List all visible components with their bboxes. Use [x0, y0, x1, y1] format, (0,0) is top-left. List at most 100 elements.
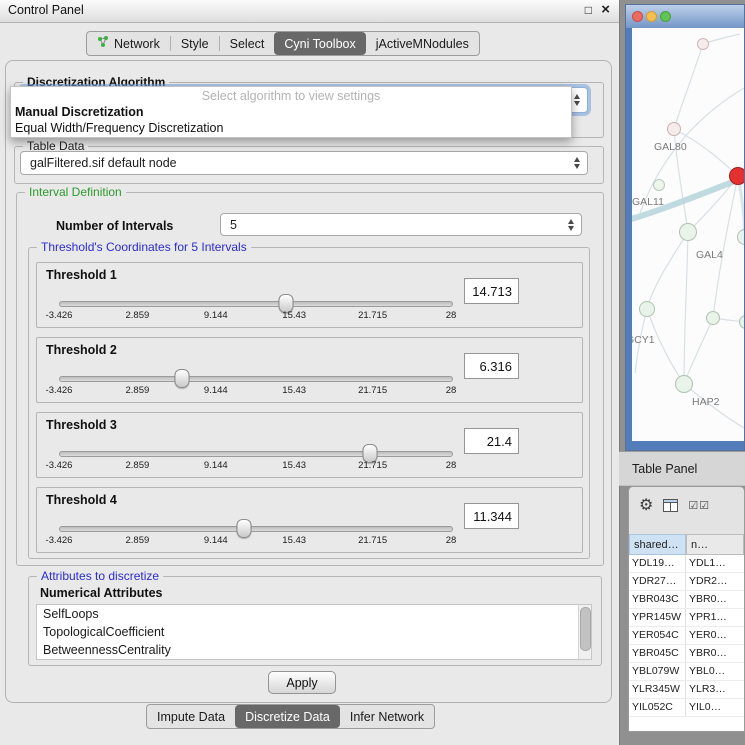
table-cell[interactable]: YBR043C: [629, 591, 686, 608]
network-node[interactable]: [729, 167, 744, 185]
attribute-list-item[interactable]: SelfLoops: [37, 605, 591, 623]
table-cell[interactable]: YPR145W: [629, 609, 686, 626]
table-toolbar: ⚙ ☑☑: [629, 487, 744, 523]
tab-jactivemnodules[interactable]: jActiveMNodules: [366, 32, 479, 55]
scale-tick-label: 2.859: [126, 310, 150, 321]
gear-icon[interactable]: ⚙: [639, 495, 653, 515]
table-cell[interactable]: YBR0…: [686, 645, 744, 662]
dropdown-option-manual-discretization[interactable]: Manual Discretization: [11, 104, 571, 120]
columns-icon[interactable]: [663, 499, 678, 512]
table-cell[interactable]: YLR3…: [686, 681, 744, 698]
table-row[interactable]: YBR045CYBR0…: [629, 645, 744, 663]
float-icon[interactable]: □: [585, 3, 592, 17]
network-node-label: HAP2: [692, 396, 719, 408]
table-panel-title: Table Panel: [632, 462, 697, 476]
apply-button[interactable]: Apply: [268, 671, 336, 694]
bottom-tabstrip: Impute Data Discretize Data Infer Networ…: [146, 704, 435, 729]
spinner-arrows-icon[interactable]: [574, 94, 580, 106]
network-node[interactable]: [639, 301, 655, 317]
tab-network[interactable]: Network: [87, 32, 170, 55]
scale-tick-label: 21.715: [358, 310, 387, 321]
combobox-value: galFiltered.sif default node: [30, 152, 177, 174]
table-cell[interactable]: YIL052C: [629, 699, 686, 716]
threshold-slider[interactable]: [59, 526, 453, 532]
threshold-panel-1: Threshold 1 -3.426 2.859 9.144 15.43 21.…: [36, 262, 583, 328]
table-cell[interactable]: YDL19…: [629, 555, 686, 572]
attribute-list-item[interactable]: BetweennessCentrality: [37, 641, 591, 659]
attribute-list-item[interactable]: TopologicalCoefficient: [37, 623, 591, 641]
scale-tick-label: 15.43: [282, 535, 306, 546]
tab-impute-data[interactable]: Impute Data: [147, 705, 235, 728]
group-title: Threshold's Coordinates for 5 Intervals: [37, 240, 251, 254]
table-cell[interactable]: YDR2…: [686, 573, 744, 590]
threshold-value-field[interactable]: 6.316: [464, 353, 519, 379]
close-icon[interactable]: ×: [601, 1, 610, 18]
slider-scale: -3.426 2.859 9.144 15.43 21.715 28: [59, 385, 451, 397]
tab-cyni-toolbox[interactable]: Cyni Toolbox: [274, 32, 365, 55]
table-row[interactable]: YPR145WYPR1…: [629, 609, 744, 627]
tab-discretize-data[interactable]: Discretize Data: [235, 705, 340, 728]
scrollbar-thumb[interactable]: [580, 607, 591, 651]
table-cell[interactable]: YBR045C: [629, 645, 686, 662]
scale-tick-label: 2.859: [126, 460, 150, 471]
table-data-combobox[interactable]: galFiltered.sif default node: [20, 151, 588, 175]
table-cell[interactable]: YBL0…: [686, 663, 744, 680]
table-cell[interactable]: YER0…: [686, 627, 744, 644]
table-cell[interactable]: YPR1…: [686, 609, 744, 626]
spinner-arrows-icon[interactable]: [574, 157, 580, 169]
network-node-label: GAL4: [696, 249, 723, 261]
table-cell[interactable]: YBL079W: [629, 663, 686, 680]
table-row[interactable]: YBR043CYBR0…: [629, 591, 744, 609]
scale-tick-label: 9.144: [204, 385, 228, 396]
threshold-slider[interactable]: [59, 451, 453, 457]
network-icon: [97, 36, 109, 51]
zoom-traffic-light-icon[interactable]: [660, 11, 671, 22]
dropdown-option-equal-width-frequency[interactable]: Equal Width/Frequency Discretization: [11, 120, 571, 136]
threshold-value-field[interactable]: 21.4: [464, 428, 519, 454]
scale-tick-label: 28: [446, 385, 457, 396]
threshold-slider[interactable]: [59, 376, 453, 382]
minimize-traffic-light-icon[interactable]: [646, 11, 657, 22]
table-cell[interactable]: YLR345W: [629, 681, 686, 698]
column-header-name[interactable]: n…: [686, 534, 744, 555]
network-node[interactable]: [667, 122, 681, 136]
threshold-value-field[interactable]: 11.344: [464, 503, 519, 529]
table-cell[interactable]: YDL1…: [686, 555, 744, 572]
tab-select[interactable]: Select: [220, 32, 275, 55]
list-scrollbar[interactable]: [578, 605, 591, 659]
group-title: Interval Definition: [25, 185, 126, 199]
table-cell[interactable]: YDR27…: [629, 573, 686, 590]
number-of-intervals-combobox[interactable]: 5: [220, 213, 582, 236]
table-row[interactable]: YLR345WYLR3…: [629, 681, 744, 699]
table-row[interactable]: YBL079WYBL0…: [629, 663, 744, 681]
network-node[interactable]: [706, 311, 720, 325]
table-cell[interactable]: YIL0…: [686, 699, 744, 716]
table-cell[interactable]: YBR0…: [686, 591, 744, 608]
network-node[interactable]: [679, 223, 697, 241]
scale-tick-label: 9.144: [204, 535, 228, 546]
network-node[interactable]: [675, 375, 693, 393]
node-table-body[interactable]: YDL19…YDL1…YDR27…YDR2…YBR043CYBR0…YPR145…: [629, 555, 744, 731]
spinner-arrows-icon[interactable]: [568, 219, 574, 231]
network-node[interactable]: [653, 179, 665, 191]
scale-tick-label: 21.715: [358, 385, 387, 396]
threshold-slider[interactable]: [59, 301, 453, 307]
table-row[interactable]: YER054CYER0…: [629, 627, 744, 645]
close-traffic-light-icon[interactable]: [632, 11, 643, 22]
tab-label: Cyni Toolbox: [284, 37, 355, 51]
threshold-value-field[interactable]: 14.713: [464, 278, 519, 304]
select-columns-checkbox-icons[interactable]: ☑☑: [688, 499, 710, 512]
tab-style[interactable]: Style: [171, 32, 219, 55]
threshold-label: Threshold 2: [46, 343, 117, 357]
network-canvas[interactable]: GAL80GAL11GAL4GCY1HAP2: [626, 28, 744, 450]
tab-infer-network[interactable]: Infer Network: [340, 705, 434, 728]
table-row[interactable]: YIL052CYIL0…: [629, 699, 744, 717]
column-header-shared-name[interactable]: shared…: [629, 534, 686, 555]
table-row[interactable]: YDR27…YDR2…: [629, 573, 744, 591]
threshold-label: Threshold 3: [46, 418, 117, 432]
numerical-attributes-list[interactable]: SelfLoopsTopologicalCoefficientBetweenne…: [36, 604, 592, 660]
network-window-titlebar[interactable]: [626, 5, 744, 29]
table-row[interactable]: YDL19…YDL1…: [629, 555, 744, 573]
network-node[interactable]: [697, 38, 709, 50]
table-cell[interactable]: YER054C: [629, 627, 686, 644]
